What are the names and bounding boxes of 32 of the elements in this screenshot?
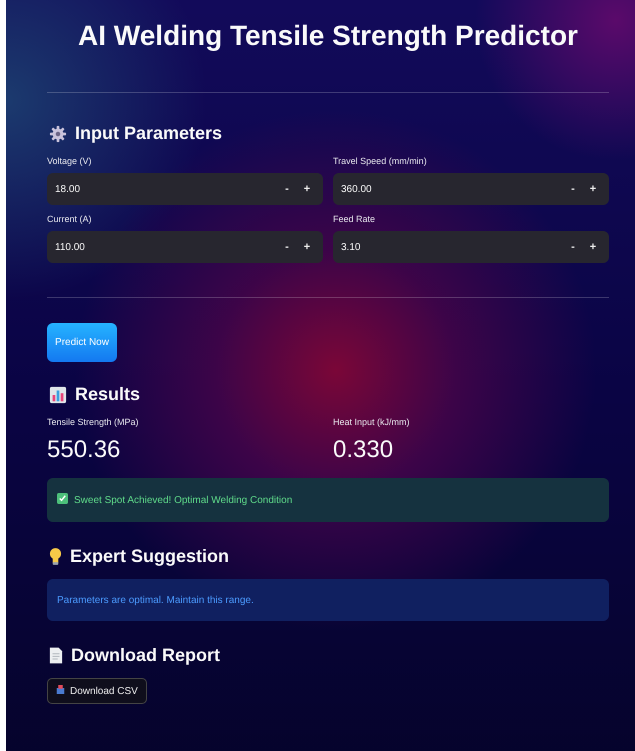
alert-message: Sweet Spot Achieved! Optimal Welding Condition (74, 494, 292, 506)
download-button[interactable]: Download CSV (47, 678, 147, 704)
metric-value: 550.36 (47, 436, 122, 464)
field-label: Feed Rate (333, 214, 376, 224)
number-input[interactable]: 110.00 - + (47, 231, 323, 263)
number-input[interactable]: 18.00 - + (47, 173, 323, 205)
metric-label: Tensile Strength (MPa) (47, 417, 140, 427)
decrement-button[interactable]: - (277, 241, 297, 253)
increment-button[interactable]: + (297, 183, 317, 195)
increment-button[interactable]: + (297, 241, 317, 253)
section-heading: Expert Suggestion (70, 546, 230, 567)
field-label: Voltage (V) (47, 156, 93, 166)
field-label: Travel Speed (mm/min) (333, 156, 428, 166)
section-heading: Download Report (71, 645, 220, 666)
document-icon (49, 646, 63, 665)
page-title: AI Welding Tensile Strength Predictor (77, 19, 579, 53)
lightbulb-icon (49, 547, 62, 566)
metric-label: Heat Input (kJ/mm) (333, 417, 411, 427)
bar-chart-icon (49, 386, 67, 404)
field-label: Current (A) (47, 214, 93, 224)
number-input[interactable]: 360.00 - + (333, 173, 609, 205)
decrement-button[interactable]: - (277, 183, 297, 195)
increment-button[interactable]: + (583, 183, 603, 195)
checkmark-icon (57, 493, 68, 507)
increment-button[interactable]: + (583, 241, 603, 253)
section-heading: Input Parameters (75, 123, 222, 144)
section-heading: Results (75, 384, 140, 405)
metric-value: 0.330 (333, 436, 394, 464)
number-input[interactable]: 3.10 - + (333, 231, 609, 263)
decrement-button[interactable]: - (563, 183, 583, 195)
alert-message: Parameters are optimal. Maintain this range. (57, 594, 254, 606)
decrement-button[interactable]: - (563, 241, 583, 253)
